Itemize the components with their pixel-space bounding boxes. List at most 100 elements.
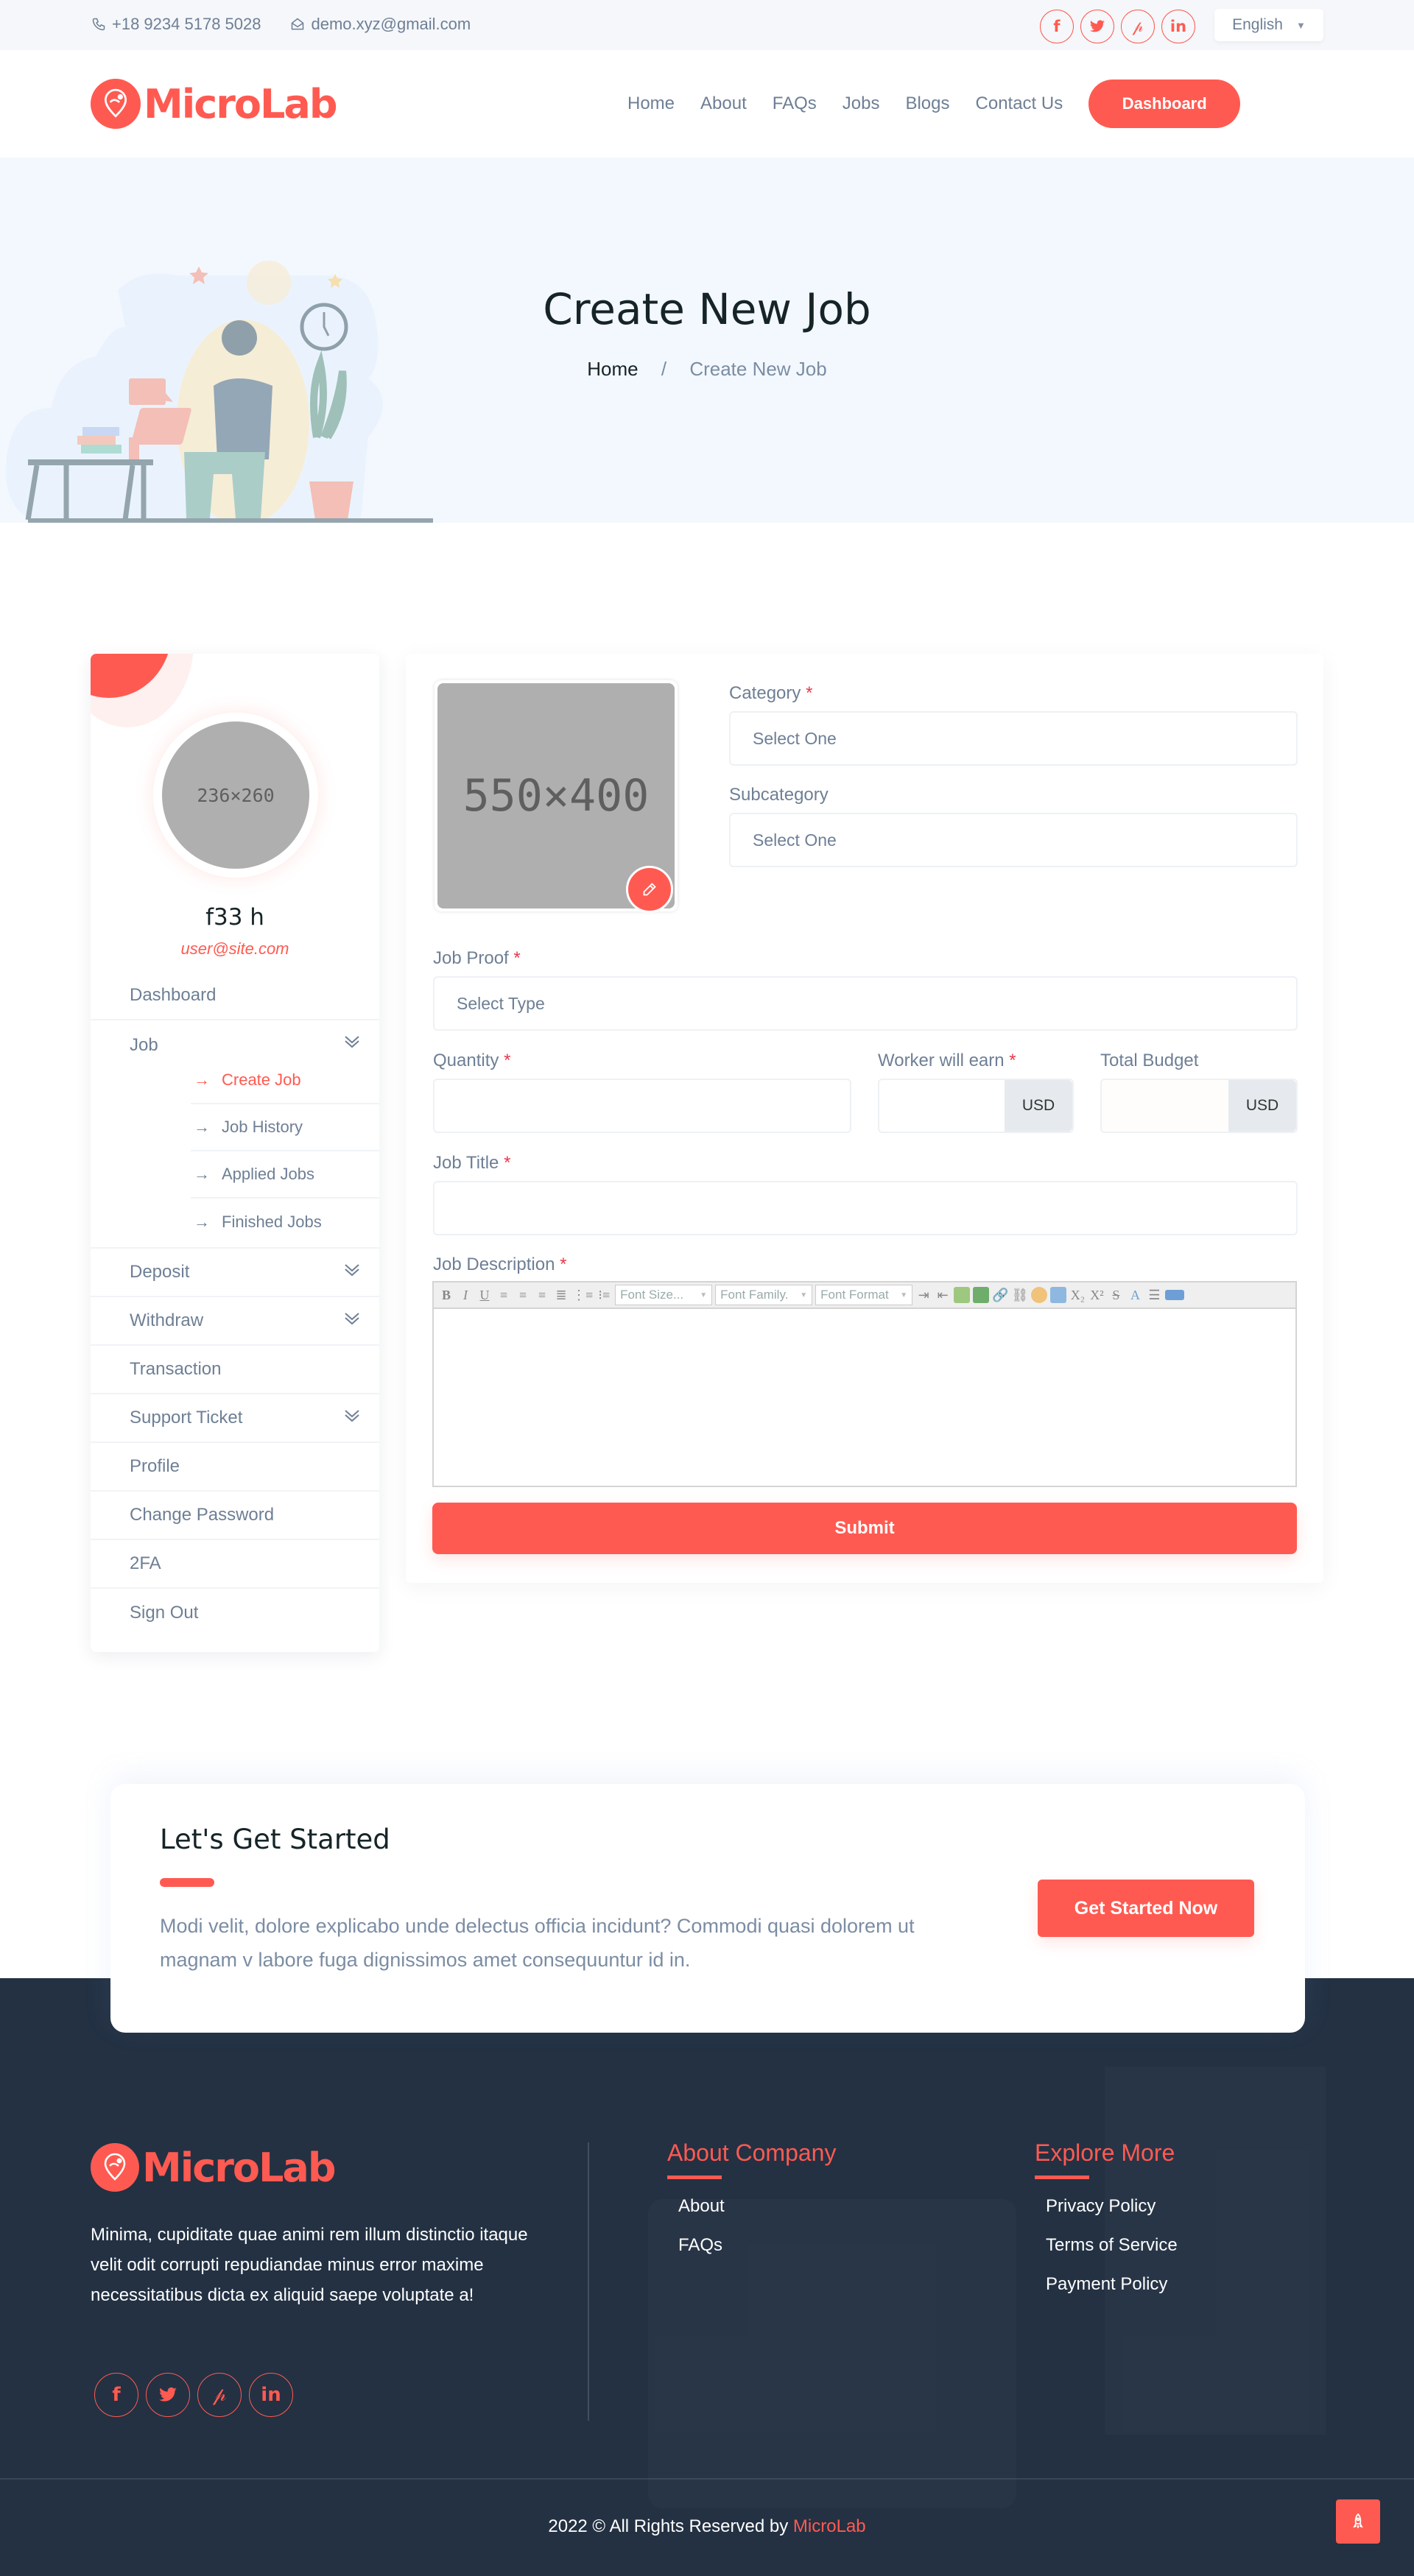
strikethrough-icon[interactable]: S	[1108, 1285, 1124, 1305]
facebook-icon[interactable]: f	[1040, 10, 1074, 43]
sidebar-item-job[interactable]: Job → Create Job → Job History → Applied Jo…	[91, 1020, 379, 1249]
quantity-label: Quantity *	[433, 1051, 511, 1070]
nav-about[interactable]: About	[700, 93, 747, 114]
align-justify-icon[interactable]: ≣	[553, 1285, 569, 1305]
ordered-list-icon[interactable]: ⋮≡	[572, 1285, 593, 1305]
nav-home[interactable]: Home	[627, 93, 675, 114]
dashboard-button[interactable]: Dashboard	[1088, 80, 1241, 128]
scroll-to-top-button[interactable]	[1336, 2499, 1380, 2544]
copyright-brand-link[interactable]: MicroLab	[793, 2516, 866, 2536]
remove-format-icon[interactable]: A	[1127, 1285, 1143, 1305]
avatar: 236×260	[153, 713, 318, 878]
pinterest-icon[interactable]: 𝓅	[197, 2373, 242, 2417]
double-chevron-down-icon[interactable]	[344, 1409, 360, 1422]
subscript-icon[interactable]: X₂	[1069, 1285, 1086, 1305]
superscript-icon[interactable]: X²	[1088, 1285, 1105, 1305]
user-name: f33 h	[205, 904, 264, 931]
sidebar-item-withdraw[interactable]: Withdraw	[91, 1297, 379, 1346]
nav-contact-us[interactable]: Contact Us	[976, 93, 1063, 114]
email-contact[interactable]: demo.xyz@gmail.com	[290, 15, 471, 34]
sidebar-menu: Dashboard Job → Create Job → Job History →…	[91, 972, 379, 1637]
sidebar-subitem-create-job[interactable]: → Create Job	[191, 1057, 379, 1104]
underline-icon[interactable]: U	[476, 1285, 493, 1305]
sidebar-subitem-job-history[interactable]: → Job History	[191, 1104, 379, 1151]
italic-icon[interactable]: I	[457, 1285, 474, 1305]
font-format-select[interactable]: Font Format ▼	[815, 1285, 913, 1305]
edit-image-button[interactable]	[626, 866, 673, 913]
phone-contact[interactable]: +18 9234 5178 5028	[91, 15, 261, 34]
sidebar-item-2fa[interactable]: 2FA	[91, 1540, 379, 1589]
insert-image-icon[interactable]	[954, 1287, 971, 1303]
double-chevron-down-icon[interactable]	[344, 1035, 360, 1048]
footer-link-payment-policy[interactable]: Payment Policy	[1046, 2265, 1178, 2304]
chevron-down-icon: ▼	[1296, 19, 1306, 31]
footer-link-about[interactable]: About	[678, 2187, 836, 2226]
link-icon[interactable]: 🔗	[992, 1285, 1008, 1305]
footer-link-privacy-policy[interactable]: Privacy Policy	[1046, 2187, 1178, 2226]
bold-icon[interactable]: B	[438, 1285, 454, 1305]
subcategory-select[interactable]: Select One	[729, 813, 1298, 867]
sidebar-subitem-finished-jobs[interactable]: → Finished Jobs	[191, 1199, 379, 1246]
breadcrumb-current: Create New Job	[689, 358, 827, 380]
sidebar-item-deposit[interactable]: Deposit	[91, 1249, 379, 1297]
footer-logo[interactable]: MicroLab	[91, 2143, 336, 2192]
total-budget-input[interactable]: USD	[1100, 1079, 1298, 1133]
color-palette-icon[interactable]	[1031, 1287, 1048, 1303]
sidebar-item-change-password[interactable]: Change Password	[91, 1492, 379, 1540]
linkedin-icon[interactable]: in	[1161, 10, 1195, 43]
unlink-icon[interactable]: ⛓	[1012, 1285, 1029, 1305]
site-logo[interactable]: MicroLab	[91, 79, 337, 129]
double-chevron-down-icon[interactable]	[344, 1312, 360, 1325]
twitter-icon[interactable]	[1080, 10, 1114, 43]
breadcrumb-home[interactable]: Home	[587, 358, 638, 380]
upload-image-icon[interactable]	[973, 1287, 990, 1303]
horizontal-rule-icon[interactable]: ☰	[1146, 1285, 1162, 1305]
nav-jobs[interactable]: Jobs	[843, 93, 880, 114]
sidebar-item-support-ticket[interactable]: Support Ticket	[91, 1394, 379, 1443]
sidebar-item-label: Support Ticket	[130, 1408, 243, 1428]
language-select[interactable]: English ▼	[1214, 9, 1323, 41]
sidebar-item-transaction[interactable]: Transaction	[91, 1346, 379, 1394]
edit-html-icon[interactable]	[1050, 1287, 1067, 1303]
font-size-select[interactable]: Font Size... ▼	[615, 1285, 713, 1305]
unordered-list-icon[interactable]: ⁝≡	[596, 1285, 612, 1305]
footer-link-terms-of-service[interactable]: Terms of Service	[1046, 2226, 1178, 2265]
title-underline	[160, 1878, 214, 1887]
worker-earn-input[interactable]: USD	[878, 1079, 1074, 1133]
main-header: MicroLab Home About FAQs Jobs Blogs Cont…	[0, 50, 1414, 158]
footer-link-faqs[interactable]: FAQs	[678, 2226, 836, 2265]
nav-faqs[interactable]: FAQs	[773, 93, 817, 114]
user-email: user@site.com	[180, 939, 289, 958]
rich-text-editor: B I U ≡ ≡ ≡ ≣ ⋮≡ ⁝≡ Font Size... ▼ Font F…	[432, 1281, 1297, 1487]
job-title-input[interactable]	[433, 1181, 1298, 1235]
arrow-right-icon: →	[194, 1070, 210, 1089]
nav-blogs[interactable]: Blogs	[905, 93, 949, 114]
category-value: Select One	[753, 728, 837, 748]
align-right-icon[interactable]: ≡	[534, 1285, 550, 1305]
rocket-icon	[1353, 2513, 1363, 2528]
quantity-input[interactable]	[433, 1079, 851, 1133]
facebook-icon[interactable]: f	[94, 2373, 138, 2417]
get-started-button[interactable]: Get Started Now	[1038, 1880, 1254, 1937]
linkedin-icon[interactable]: in	[249, 2373, 293, 2417]
subitem-label: Job History	[222, 1118, 303, 1136]
sidebar-item-sign-out[interactable]: Sign Out	[91, 1589, 379, 1637]
job-submenu: → Create Job → Job History → Applied Jobs →…	[191, 1057, 379, 1246]
category-select[interactable]: Select One	[729, 711, 1298, 766]
align-center-icon[interactable]: ≡	[515, 1285, 531, 1305]
twitter-icon[interactable]	[146, 2373, 190, 2417]
html-source-icon[interactable]	[1165, 1290, 1185, 1300]
font-family-select[interactable]: Font Family. ▼	[715, 1285, 813, 1305]
sidebar-item-profile[interactable]: Profile	[91, 1443, 379, 1492]
job-proof-select[interactable]: Select Type	[433, 976, 1298, 1031]
sidebar-item-dashboard[interactable]: Dashboard	[91, 972, 379, 1020]
outdent-icon[interactable]: ⇤	[935, 1285, 951, 1305]
submit-button[interactable]: Submit	[432, 1503, 1297, 1554]
topbar-socials: f 𝓅 in	[1040, 10, 1195, 43]
pinterest-icon[interactable]: 𝓅	[1121, 10, 1155, 43]
align-left-icon[interactable]: ≡	[496, 1285, 512, 1305]
sidebar-subitem-applied-jobs[interactable]: → Applied Jobs	[191, 1151, 379, 1199]
indent-icon[interactable]: ⇥	[915, 1285, 932, 1305]
title-underline	[1035, 2176, 1089, 2179]
double-chevron-down-icon[interactable]	[344, 1263, 360, 1277]
